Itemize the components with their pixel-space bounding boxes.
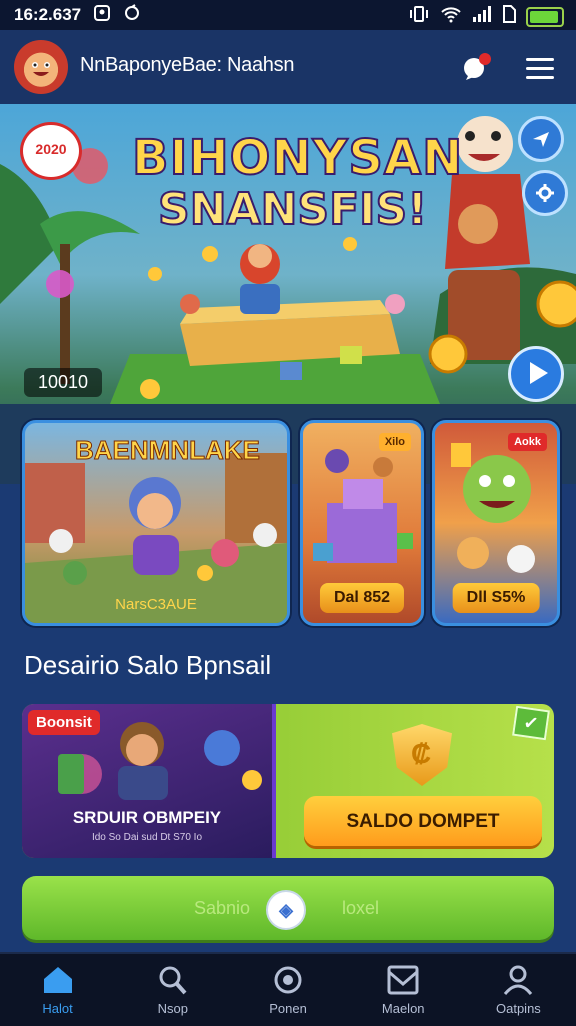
hero-counter: 10010 bbox=[24, 368, 103, 397]
settings-button[interactable] bbox=[522, 170, 568, 216]
action-button-right-label: loxel bbox=[342, 898, 380, 918]
menu-line bbox=[526, 58, 554, 61]
image-notification-icon bbox=[93, 4, 111, 27]
camera-icon bbox=[274, 966, 302, 994]
status-bar: 16:2.637 bbox=[0, 0, 576, 30]
nav-item-camera[interactable]: Ponen bbox=[230, 954, 345, 1026]
app-header: NnBaponyeBae: Naahsn bbox=[0, 30, 576, 104]
wallet-glyph-icon: ₡ bbox=[411, 738, 432, 769]
game-card-2[interactable]: Xilo Dal 852 bbox=[300, 420, 424, 626]
bottom-nav: Halot Nsop Ponen Maelon Oatpins bbox=[0, 952, 576, 1026]
avatar[interactable] bbox=[14, 40, 68, 94]
signal-icon bbox=[472, 5, 492, 28]
game-card-2-button[interactable]: Dal 852 bbox=[319, 583, 405, 613]
game-card-3[interactable]: Aokk Dll S5% bbox=[432, 420, 560, 626]
nav-label-profile: Oatpins bbox=[496, 1001, 541, 1016]
shield-badge-icon: ◈ bbox=[266, 890, 306, 930]
sync-icon bbox=[123, 3, 141, 27]
notification-icon bbox=[464, 53, 491, 80]
nav-item-profile[interactable]: Oatpins bbox=[461, 954, 576, 1026]
plane-icon bbox=[533, 132, 549, 147]
nav-label-search: Nsop bbox=[157, 1001, 188, 1016]
game-card-1-caption: NarsC3AUE bbox=[115, 596, 197, 613]
status-time: 16:2.637 bbox=[14, 5, 82, 24]
home-icon bbox=[43, 967, 72, 993]
app-title: NnBaponyeBae: Naahsn bbox=[80, 54, 295, 76]
hero-title: BIHONYSAN bbox=[131, 129, 464, 187]
bonus-tag: Boonsit bbox=[28, 710, 100, 735]
hero-subtitle: SNANSFIS! bbox=[157, 183, 428, 236]
action-button-left-label: Sabnio bbox=[194, 898, 251, 918]
game-card-3-button[interactable]: Dll S5% bbox=[452, 583, 540, 613]
game-card-3-tag: Aokk bbox=[508, 433, 547, 451]
search-icon bbox=[159, 966, 187, 995]
menu-button[interactable] bbox=[522, 52, 558, 82]
game-card-2-tag: Xilo bbox=[378, 433, 411, 451]
bonus-promo-subtitle: Ido So Dai sud Dt S70 Io bbox=[91, 832, 203, 843]
shield-icon: ₡ bbox=[392, 724, 452, 786]
check-icon[interactable]: ✓ bbox=[512, 705, 550, 741]
gear-icon bbox=[536, 184, 554, 202]
nav-label-home: Halot bbox=[42, 1001, 73, 1016]
play-button[interactable] bbox=[508, 346, 564, 402]
nav-label-messages: Maelon bbox=[381, 1001, 425, 1016]
nav-item-messages[interactable]: Maelon bbox=[346, 954, 461, 1026]
saldo-dompet-button[interactable]: SALDO DOMPET bbox=[304, 796, 542, 846]
menu-line bbox=[526, 76, 554, 79]
bonus-promo-card[interactable]: Boonsit SRDUIR OBMPEIY Ido So Dai sud Dt… bbox=[22, 704, 276, 858]
wifi-icon bbox=[440, 5, 462, 28]
share-button[interactable] bbox=[518, 116, 564, 162]
section-title: Desairio Salo Bpnsail bbox=[24, 650, 272, 680]
nav-item-search[interactable]: Nsop bbox=[115, 954, 230, 1026]
profile-icon bbox=[504, 965, 533, 995]
event-badge: 2020 bbox=[20, 122, 82, 180]
bonus-promo-title: SRDUIR OBMPEIY bbox=[72, 808, 222, 827]
message-icon bbox=[387, 965, 419, 995]
vibrate-icon bbox=[408, 5, 430, 28]
mascot-face-icon bbox=[32, 62, 50, 76]
nav-label-camera: Ponen bbox=[269, 1001, 307, 1016]
battery-icon bbox=[526, 6, 564, 27]
game-card-1[interactable]: BAENMNLAKE NarsC3AUE bbox=[22, 420, 290, 626]
menu-line bbox=[526, 67, 554, 70]
nav-item-home[interactable]: Halot bbox=[0, 954, 115, 1026]
sim-icon bbox=[502, 5, 516, 28]
game-card-1-title: BAENMNLAKE bbox=[75, 435, 261, 466]
bonus-panel: Boonsit SRDUIR OBMPEIY Ido So Dai sud Dt… bbox=[22, 704, 554, 858]
notification-button[interactable] bbox=[460, 50, 494, 84]
action-button[interactable]: Sabnio ◈ loxel bbox=[22, 876, 554, 940]
